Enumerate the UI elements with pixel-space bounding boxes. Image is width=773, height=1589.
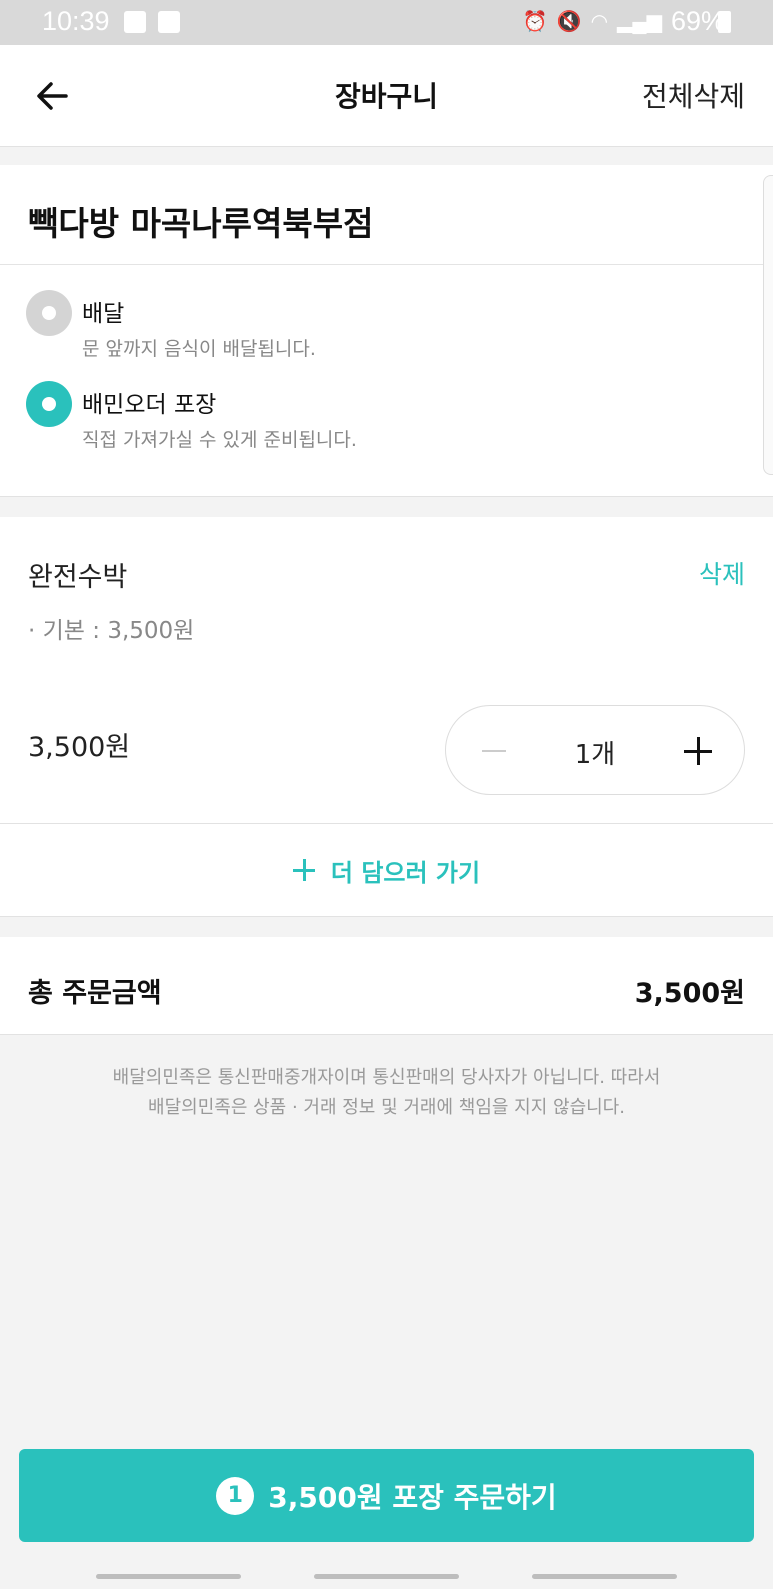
- app-header: 장바구니 전체삭제: [0, 45, 773, 147]
- system-nav-bar: [0, 1560, 773, 1589]
- notice-line: 배달의민족은 통신판매중개자이며 통신판매의 당사자가 아닙니다. 따라서: [112, 1067, 661, 1088]
- cart-item: 완전수박 삭제 · 기본 : 3,500원 3,500원 1개: [0, 517, 773, 824]
- total-label: 총 주문금액: [28, 978, 162, 1009]
- nav-home-button[interactable]: [314, 1574, 459, 1579]
- delivery-option[interactable]: 배달 문 앞까지 음식이 배달됩니다.: [26, 290, 426, 370]
- battery-icon: [718, 11, 731, 33]
- plus-button[interactable]: [684, 737, 712, 765]
- alarm-icon: ⏰: [522, 10, 548, 33]
- delivery-option-desc: 문 앞까지 음식이 배달됩니다.: [82, 338, 316, 360]
- pickup-option-desc: 직접 가져가실 수 있게 준비됩니다.: [82, 429, 357, 451]
- plus-icon: [292, 859, 315, 881]
- item-option: · 기본 : 3,500원: [28, 618, 195, 644]
- nav-recent-button[interactable]: [96, 1574, 241, 1579]
- battery-percent: 69%: [670, 6, 725, 36]
- image-icon: [124, 11, 146, 33]
- store-card: 빽다방 마곡나루역북부점 배달 문 앞까지 음식이 배달됩니다. 배민오더 포장…: [0, 165, 773, 497]
- clear-all-button[interactable]: 전체삭제: [642, 75, 745, 115]
- item-name: 완전수박: [28, 562, 128, 593]
- order-button-label: 3,500원 포장 주문하기: [268, 1480, 557, 1514]
- delivery-radio[interactable]: [26, 290, 72, 336]
- signal-icon: ▂▄▆: [617, 10, 662, 33]
- store-name: 빽다방 마곡나루역북부점: [28, 204, 374, 243]
- pickup-option-label: 배민오더 포장: [82, 392, 217, 418]
- order-count-badge: 1: [216, 1476, 255, 1515]
- delivery-option-label: 배달: [82, 301, 125, 327]
- order-total: 총 주문금액 3,500원: [0, 937, 773, 1035]
- quantity-stepper: 1개: [445, 705, 745, 795]
- status-bar: 10:39 ⏰ 🔇 ◠ ▂▄▆ 69%: [0, 0, 773, 45]
- wifi-icon: ◠: [590, 10, 609, 33]
- status-time: 10:39: [42, 6, 110, 36]
- mute-icon: 🔇: [556, 10, 582, 33]
- legal-notice: 배달의민족은 통신판매중개자이며 통신판매의 당사자가 아닙니다. 따라서 배달…: [0, 1063, 773, 1123]
- add-more-label: 더 담으러 가기: [330, 858, 481, 887]
- notice-line: 배달의민족은 상품 · 거래 정보 및 거래에 책임을 지지 않습니다.: [148, 1097, 625, 1118]
- side-panel-edge: [763, 175, 773, 475]
- nav-back-button[interactable]: [532, 1574, 677, 1579]
- pickup-option[interactable]: 배민오더 포장 직접 가져가실 수 있게 준비됩니다.: [26, 381, 426, 461]
- item-price: 3,500원: [28, 732, 131, 763]
- delete-item-button[interactable]: 삭제: [699, 555, 745, 591]
- pickup-radio[interactable]: [26, 381, 72, 427]
- order-button[interactable]: 1 3,500원 포장 주문하기: [19, 1449, 754, 1542]
- total-value: 3,500원: [634, 978, 745, 1009]
- check-icon: [158, 11, 180, 33]
- add-more-button[interactable]: 더 담으러 가기: [0, 824, 773, 917]
- divider: [0, 264, 773, 265]
